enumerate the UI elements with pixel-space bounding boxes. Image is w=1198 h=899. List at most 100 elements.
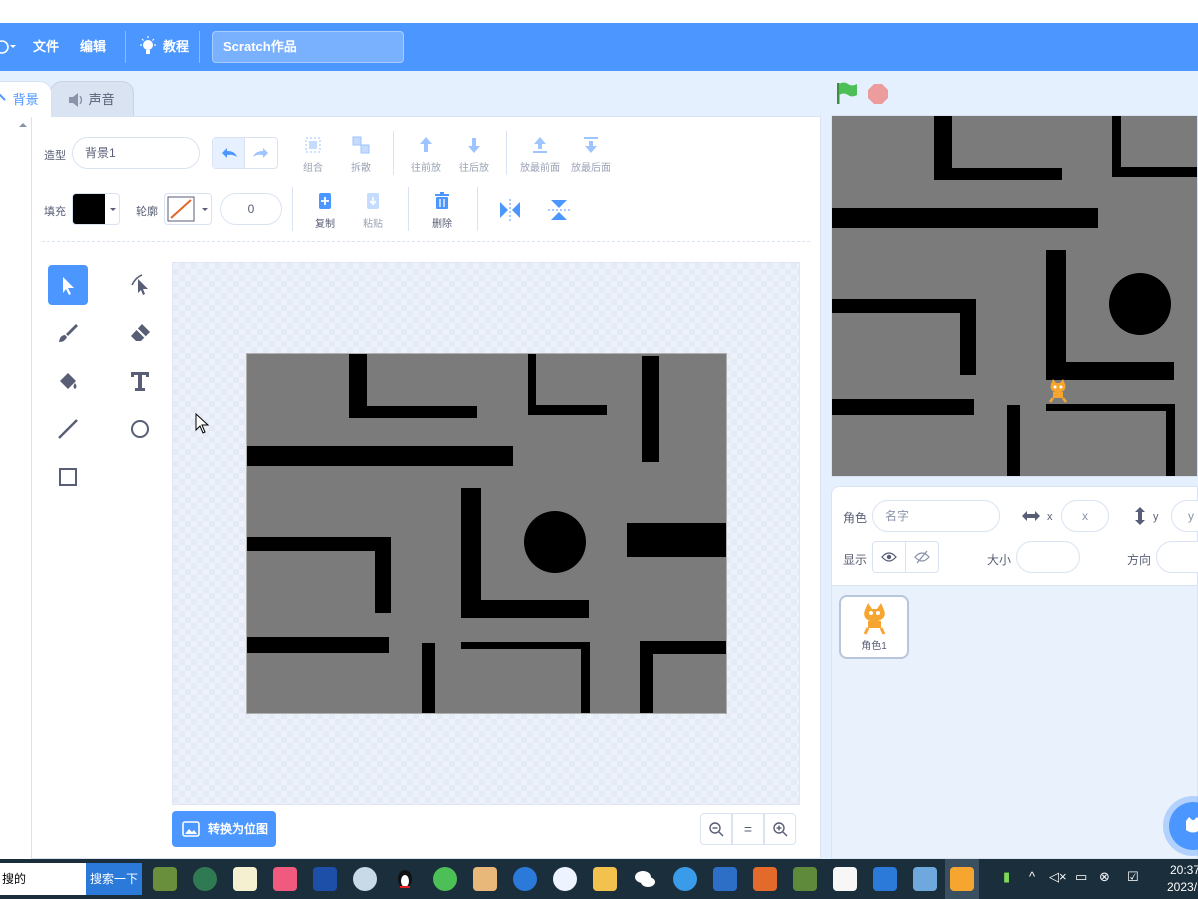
x-label: x [1047,511,1053,523]
taskbar-search-input[interactable]: 搜的 [0,863,86,895]
edit-menu[interactable]: 编辑 [80,23,106,71]
zoom-out-button[interactable] [700,813,732,845]
rectangle-tool[interactable] [48,457,88,497]
stop-icon[interactable] [866,80,890,106]
qq-app-icon[interactable] [393,867,417,891]
flip-vertical-button[interactable] [546,197,572,223]
hide-sprite-button[interactable] [905,541,939,573]
network-icon[interactable]: ▭ [1075,869,1087,885]
project-title-input[interactable]: Scratch作品 [212,31,404,63]
maze-wall [934,168,1062,180]
minecraft2-app-icon[interactable] [793,867,817,891]
green-circle-app-icon[interactable] [433,867,457,891]
brush-tool[interactable] [48,313,88,353]
front-button[interactable]: 放最前面 [516,135,564,174]
maze-wall [528,405,607,415]
flip-horizontal-button[interactable] [497,197,523,223]
y-input[interactable]: y [1171,500,1198,532]
sprite-tile-1[interactable]: 角色1 [839,595,909,659]
taskbar-clock[interactable]: 20:37 2023/1 [1154,862,1198,896]
battery-icon[interactable]: ▮ [1003,869,1010,885]
scratch-taskbar-item[interactable] [945,859,979,899]
drawing-app-icon[interactable] [833,867,857,891]
outline-width-input[interactable]: 0 [220,193,282,225]
tool-app-icon[interactable] [753,867,777,891]
baidu-netdisk-app-icon[interactable] [553,867,577,891]
forward-button[interactable]: 往前放 [402,135,450,174]
circle-tool[interactable] [120,409,160,449]
tutorial-menu[interactable]: 教程 [138,23,189,71]
outline-color-picker[interactable] [164,193,212,225]
maze-wall [627,523,726,557]
redo-button[interactable] [245,138,277,168]
maze-backdrop[interactable] [246,353,727,714]
size-input[interactable] [1016,541,1080,573]
scratch-app-icon [950,867,974,891]
tab-backdrops[interactable]: 背景 [0,81,52,117]
chevron-up-icon[interactable]: ^ [1029,869,1035,884]
fill-tool[interactable] [48,361,88,401]
flower-app-icon[interactable] [353,867,377,891]
sprite-tile-label: 角色1 [861,641,887,652]
bilibili-app-icon[interactable] [273,867,297,891]
green-app-icon[interactable] [193,867,217,891]
maze-wall [375,537,391,613]
game-app-icon[interactable] [473,867,497,891]
direction-input[interactable] [1156,541,1198,573]
eraser-tool[interactable] [120,313,160,353]
minecraft-app-icon[interactable] [153,867,177,891]
delete-button[interactable]: 删除 [418,191,466,230]
taskbar-search-button[interactable]: 搜索一下 [86,863,142,895]
fill-color-picker[interactable] [72,193,120,225]
checkbox-icon[interactable]: ☑ [1127,869,1139,885]
backdrop-list[interactable] [0,116,32,859]
paint-bucket-icon [60,373,77,389]
close-circle-icon[interactable]: ⊗ [1099,869,1110,885]
forward-label: 往前放 [411,163,441,174]
menu-divider [125,31,126,63]
green-flag-icon[interactable] [835,80,859,106]
select-tool[interactable] [48,265,88,305]
maze-wall [1112,167,1197,177]
send-back-icon [584,137,598,153]
language-menu[interactable] [0,23,18,71]
volume-muted-icon[interactable]: ◁× [1049,869,1067,885]
scroll-up-icon[interactable] [18,120,28,130]
group-button[interactable]: 组合 [289,135,337,174]
copy-button[interactable]: 复制 [301,191,349,230]
convert-bitmap-button[interactable]: 转换为位图 [172,811,276,847]
k-app-icon[interactable] [513,867,537,891]
file-menu[interactable]: 文件 [33,23,59,71]
zoom-in-button[interactable] [764,813,796,845]
copy-label: 复制 [315,219,335,230]
maze-wall [1046,250,1066,378]
show-sprite-button[interactable] [872,541,906,573]
undo-button[interactable] [213,138,245,168]
reshape-tool[interactable] [120,265,160,305]
line-tool[interactable] [48,409,88,449]
costume-name-input[interactable]: 背景1 [72,137,200,169]
paste-button[interactable]: 粘贴 [349,191,397,230]
speaker-icon [69,93,83,107]
x-input[interactable]: x [1061,500,1109,532]
browser-app-icon[interactable] [233,867,257,891]
text-tool[interactable] [120,361,160,401]
wechat-app-icon[interactable] [633,867,657,891]
stage-preview[interactable] [831,115,1198,477]
back-button[interactable]: 放最后面 [567,135,615,174]
notepad-app-icon[interactable] [913,867,937,891]
tab-sounds[interactable]: 声音 [50,81,134,117]
maze-wall [349,406,477,418]
backward-button[interactable]: 往后放 [450,135,498,174]
ungroup-button[interactable]: 拆散 [337,135,385,174]
eye-icon [881,552,897,562]
files-app-icon[interactable] [873,867,897,891]
zoom-reset-button[interactable]: = [732,813,764,845]
window-app-icon[interactable] [713,867,737,891]
folder-app-icon[interactable] [593,867,617,891]
search-app-icon[interactable] [673,867,697,891]
flip-vertical-icon [548,200,570,220]
sprite-name-input[interactable]: 名字 [872,500,1000,532]
te-app-icon[interactable] [313,867,337,891]
trash-icon [435,192,449,209]
